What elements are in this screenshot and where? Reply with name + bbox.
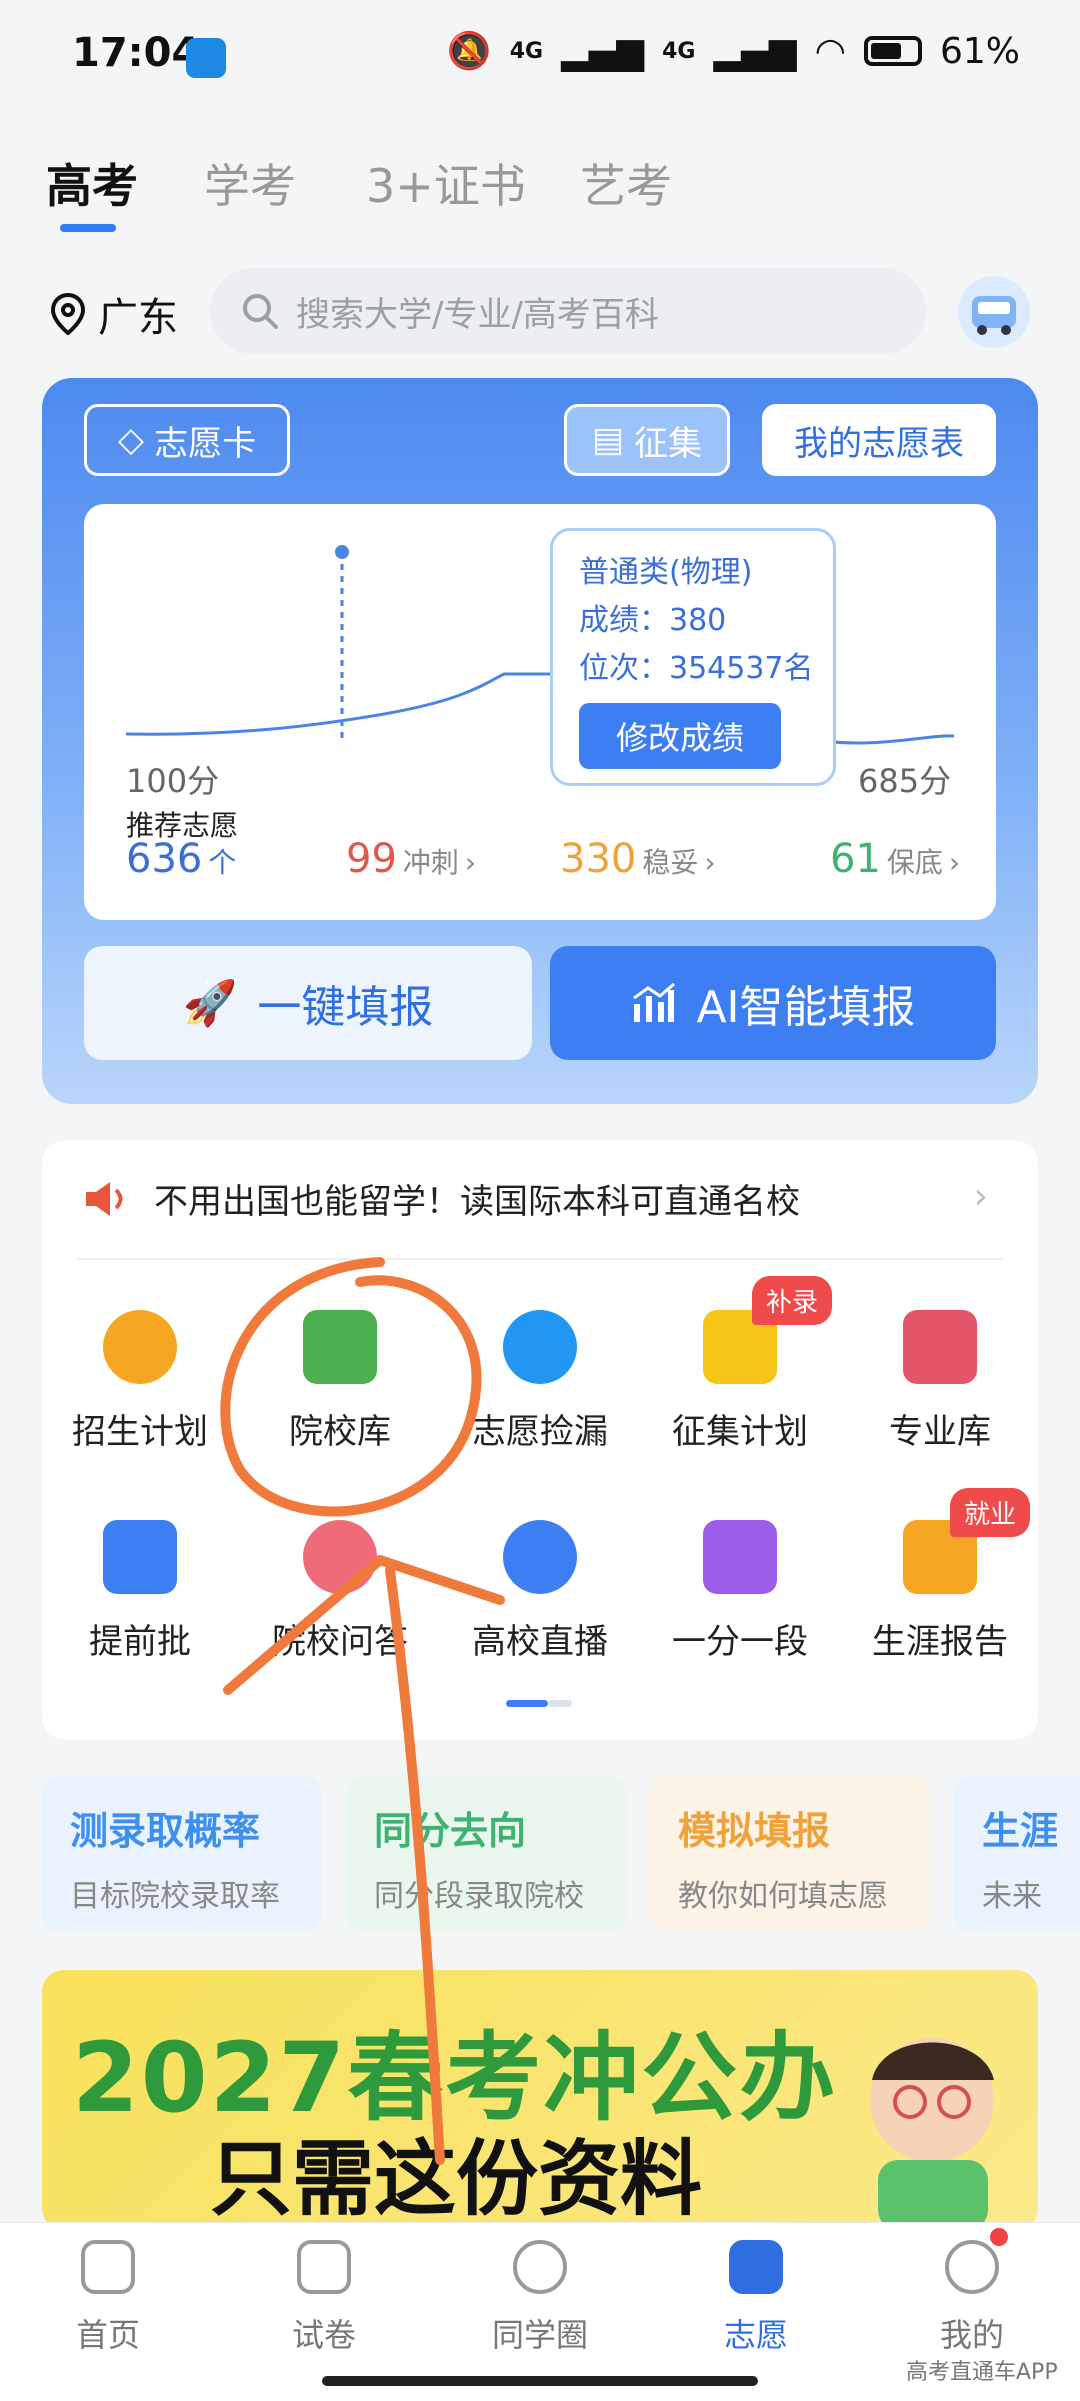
nav-label: 试卷 bbox=[291, 2316, 356, 2354]
nav-papers[interactable]: 试卷 bbox=[254, 2240, 394, 2356]
notification-dot bbox=[990, 2228, 1008, 2246]
graduation-cap-icon bbox=[729, 2240, 783, 2294]
nav-home[interactable]: 首页 bbox=[38, 2240, 178, 2356]
home-indicator[interactable] bbox=[322, 2376, 758, 2386]
nav-label: 志愿 bbox=[723, 2316, 788, 2354]
watermark-text: 高考直通车APP bbox=[906, 2360, 1058, 2385]
nav-label: 首页 bbox=[75, 2316, 140, 2354]
chat-bubble-icon bbox=[513, 2240, 567, 2294]
home-icon bbox=[81, 2240, 135, 2294]
paper-icon bbox=[297, 2240, 351, 2294]
nav-profile[interactable]: 我的 bbox=[902, 2240, 1042, 2356]
nav-label: 我的 bbox=[939, 2316, 1004, 2354]
nav-label: 同学圈 bbox=[491, 2316, 588, 2354]
nav-classmates[interactable]: 同学圈 bbox=[470, 2240, 610, 2356]
nav-volunteer[interactable]: 志愿 bbox=[686, 2240, 826, 2356]
profile-icon bbox=[945, 2240, 999, 2294]
hand-drawn-annotation bbox=[220, 1257, 505, 2165]
